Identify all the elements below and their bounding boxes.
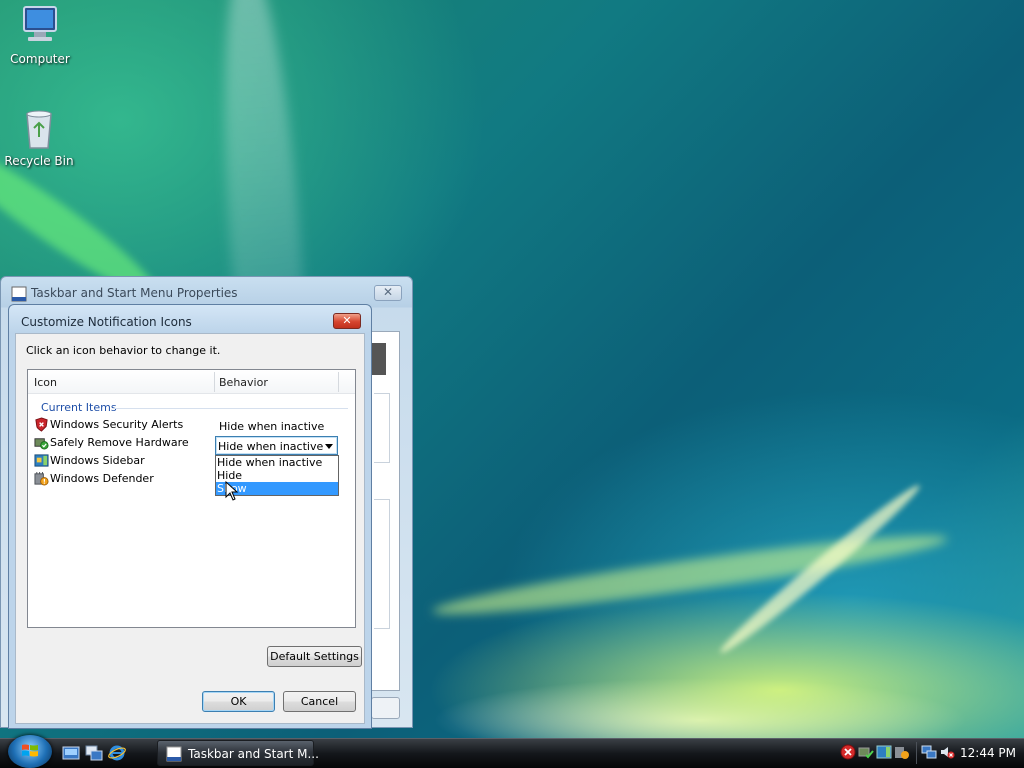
windows-defender-tray-icon[interactable] [894,744,910,760]
default-settings-button[interactable]: Default Settings [267,646,362,667]
close-icon: ✕ [342,314,352,327]
apply-button[interactable] [371,697,400,719]
group-divider [113,408,348,409]
item-name: Windows Security Alerts [50,418,184,431]
network-tray-icon[interactable] [921,744,937,760]
item-name: Safely Remove Hardware [50,436,189,449]
desktop-icon-label: Computer [10,52,70,66]
safely-remove-hardware-icon [34,438,49,450]
security-shield-icon [35,417,48,432]
start-button[interactable] [8,735,52,768]
tray-separator [916,742,917,764]
dropdown-option-hide-when-inactive[interactable]: Hide when inactive [216,456,338,469]
mouse-cursor-icon [225,481,239,501]
taskbar-properties-icon [166,746,182,762]
desktop-icon-computer[interactable]: Computer [0,4,80,66]
dialog-client: Click an icon behavior to change it. Ico… [15,333,365,724]
group-box [374,393,390,463]
close-button[interactable]: ✕ [374,285,402,301]
notification-icons-list[interactable]: Icon Behavior Current Items Windows Secu… [27,369,356,628]
windows-sidebar-icon [34,454,49,467]
chevron-down-icon[interactable] [325,444,333,449]
desktop-icon-label: Recycle Bin [4,154,74,168]
column-separator[interactable] [214,372,215,392]
recycle-bin-icon [26,110,52,149]
wallpaper-streak [430,523,950,627]
dialog-title: Customize Notification Icons [21,315,192,329]
volume-muted-tray-icon[interactable] [939,744,955,760]
taskbar-preview [372,343,386,375]
windows-logo-icon [22,744,38,757]
instruction-text: Click an icon behavior to change it. [26,344,221,357]
taskbar-clock[interactable]: 12:44 PM [960,746,1016,760]
switch-windows-icon[interactable] [85,744,103,762]
behavior-combobox[interactable]: Hide when inactive [215,436,338,455]
safely-remove-hardware-tray-icon[interactable] [858,744,874,760]
list-header: Icon Behavior [28,370,355,394]
taskbar-button-label: Taskbar and Start M... [188,747,319,761]
windows-defender-icon [34,471,49,486]
item-name: Windows Sidebar [50,454,145,467]
close-icon: ✕ [382,285,394,299]
customize-notification-icons-dialog: Customize Notification Icons ✕ Click an … [8,304,372,729]
ok-button[interactable]: OK [202,691,275,712]
window-title: Taskbar and Start Menu Properties [31,286,238,300]
cancel-button[interactable]: Cancel [283,691,356,712]
show-desktop-icon[interactable] [62,744,80,762]
column-header-icon[interactable]: Icon [34,376,57,389]
taskbar-button-taskbar-properties[interactable]: Taskbar and Start M... [157,740,319,766]
desktop-icon-recycle-bin[interactable]: Recycle Bin [0,106,79,168]
security-alert-tray-icon[interactable] [840,744,856,760]
group-box [374,499,390,629]
computer-icon [23,6,57,41]
taskbar-properties-icon [11,286,27,302]
close-button[interactable]: ✕ [333,313,361,329]
item-name: Windows Defender [50,472,154,485]
item-behavior[interactable]: Hide when inactive [219,420,324,433]
combobox-value: Hide when inactive [218,440,324,453]
group-header-current-items: Current Items [41,401,117,414]
windows-sidebar-tray-icon[interactable] [876,744,892,760]
column-separator[interactable] [338,372,339,392]
wallpaper-streak [714,478,926,660]
column-header-behavior[interactable]: Behavior [219,376,268,389]
internet-explorer-icon[interactable] [108,744,126,762]
